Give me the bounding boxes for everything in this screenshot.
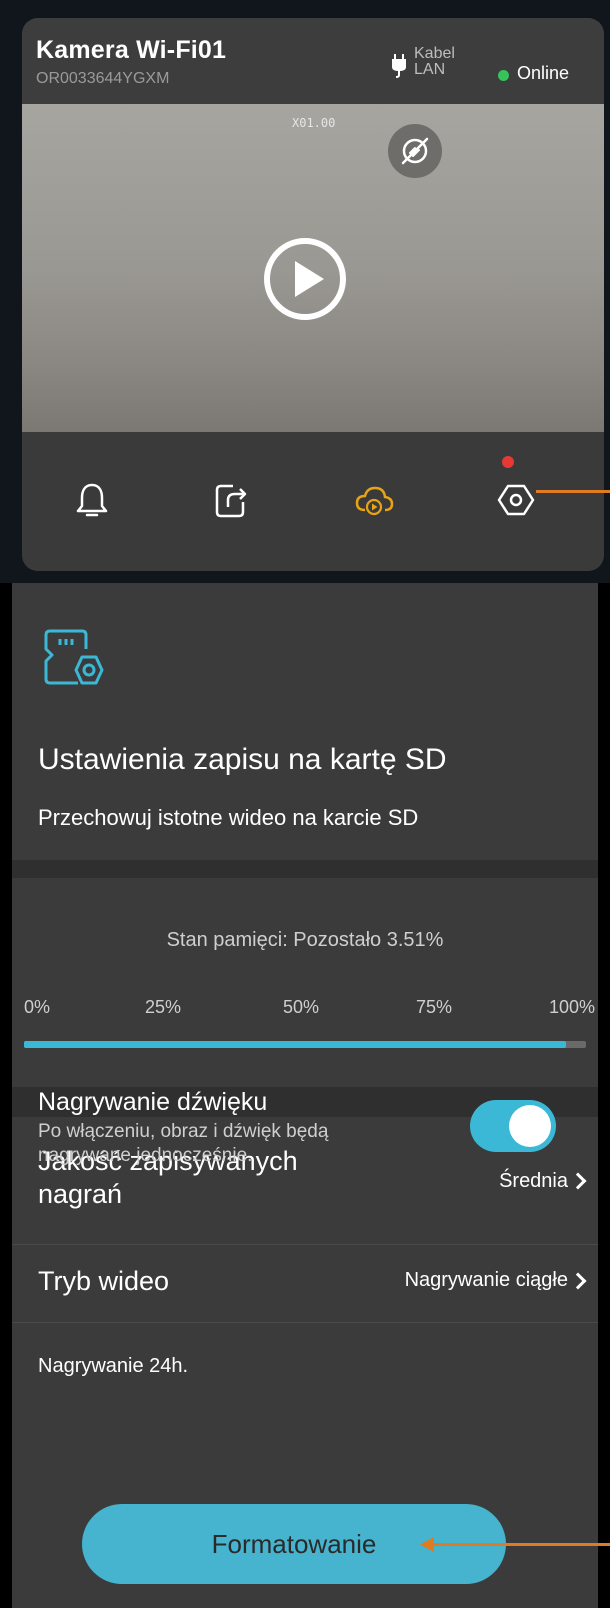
annotation-arrow <box>536 490 610 493</box>
memory-usage-fill <box>24 1041 567 1048</box>
cloud-playback-icon[interactable] <box>354 480 394 520</box>
camera-header: Kamera Wi-Fi01 OR0033644YGXM Kabel LAN O… <box>22 18 604 104</box>
settings-icon[interactable] <box>496 480 536 520</box>
camera-card: Kamera Wi-Fi01 OR0033644YGXM Kabel LAN O… <box>22 18 604 571</box>
video-mode-label: Tryb wideo <box>38 1266 170 1296</box>
privacy-mode-off-icon <box>401 137 429 165</box>
share-icon[interactable] <box>211 480 251 520</box>
recording-note: Nagrywanie 24h. <box>38 1355 189 1377</box>
section-divider <box>12 860 598 878</box>
chevron-right-icon <box>569 1172 587 1190</box>
play-icon[interactable] <box>262 236 348 322</box>
ethernet-plug-icon <box>392 54 406 78</box>
memory-status: Stan pamięci: Pozostało 3.51% <box>166 929 444 951</box>
connection-label: Kabel LAN <box>414 45 455 78</box>
annotation-arrow <box>430 1543 610 1546</box>
arrow-head-icon <box>420 1537 434 1552</box>
scale-tick: 0% <box>24 997 51 1017</box>
video-mode-row[interactable]: Tryb wideo Nagrywanie ciągłe <box>12 1245 598 1323</box>
sd-settings-subtitle: Przechowuj istotne wideo na karcie SD <box>38 805 419 830</box>
audio-recording-toggle[interactable] <box>470 1100 556 1152</box>
audio-recording-description: Po włączeniu, obraz i dźwięk będą nagryw… <box>38 1121 329 1166</box>
video-mode-value: Nagrywanie ciągłe <box>404 1269 568 1291</box>
video-preview[interactable]: X01.00 <box>22 104 604 432</box>
online-status-label: Online <box>517 63 570 83</box>
settings-notification-badge <box>502 456 514 468</box>
sd-settings-title: Ustawienia zapisu na kartę SD <box>38 743 447 776</box>
zoom-level: X01.00 <box>292 116 336 130</box>
toggle-knob <box>509 1105 551 1147</box>
scale-tick: 100% <box>549 997 596 1017</box>
scale-tick: 25% <box>145 997 182 1017</box>
chevron-right-icon <box>569 1272 587 1290</box>
memory-usage-bar <box>24 1041 586 1048</box>
privacy-mode-button[interactable] <box>388 124 442 178</box>
camera-toolbar <box>22 432 604 571</box>
scale-tick: 50% <box>283 997 320 1017</box>
sd-card-settings-icon <box>44 629 104 685</box>
camera-serial: OR0033644YGXM <box>36 70 170 87</box>
bell-icon[interactable] <box>72 480 112 520</box>
online-status-dot <box>498 70 509 81</box>
scale-tick: 75% <box>416 997 453 1017</box>
quality-value: Średnia <box>499 1170 568 1192</box>
audio-recording-title: Nagrywanie dźwięku <box>38 1088 268 1116</box>
camera-name: Kamera Wi-Fi01 <box>36 36 227 64</box>
